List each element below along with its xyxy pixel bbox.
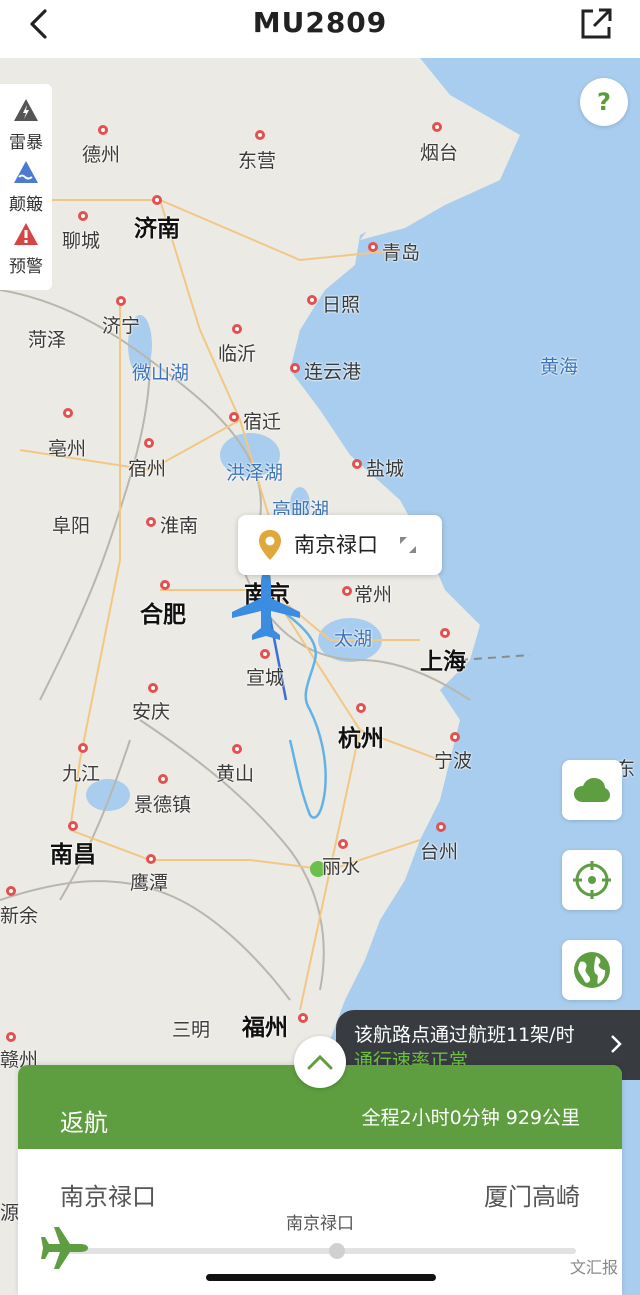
- map-label-lake: 微山湖: [132, 362, 190, 384]
- progress-knob: [329, 1243, 346, 1259]
- map-label-city: 菏泽: [28, 329, 67, 351]
- share-button[interactable]: [576, 4, 616, 44]
- map-label-city: 杭州: [338, 726, 384, 752]
- map-label-city: 德州: [82, 144, 121, 166]
- notice-traffic-text: 该航路点通过航班11架/时: [354, 1024, 575, 1046]
- home-indicator: [206, 1274, 436, 1281]
- flight-summary: 全程2小时0分钟 929公里: [361, 1107, 580, 1129]
- share-external-icon: [581, 8, 612, 39]
- weather-legend-panel: 雷暴 颠簸 预警: [0, 84, 52, 290]
- map-label-city: 台州: [420, 841, 459, 863]
- map-label-city: 临沂: [218, 343, 257, 365]
- chevron-right-icon: [611, 1035, 622, 1053]
- map-label-city: 源: [0, 1202, 20, 1224]
- warning-icon: [14, 223, 38, 245]
- flight-number-title: MU2809: [252, 6, 388, 39]
- map-label-city: 宁波: [434, 750, 473, 772]
- location-pin-icon: [259, 530, 281, 560]
- locate-crosshair-icon: [573, 861, 611, 899]
- map-label-city: 宿州: [128, 458, 167, 480]
- map-label-city: 东营: [238, 150, 277, 172]
- map-label-city: 盐城: [366, 458, 405, 480]
- map-label-city: 济宁: [102, 315, 141, 337]
- legend-warning[interactable]: 预警: [0, 222, 52, 277]
- expand-card-button[interactable]: [294, 1036, 346, 1088]
- thunderstorm-icon: [14, 99, 38, 121]
- flight-info-card[interactable]: 返航 全程2小时0分钟 929公里 南京禄口 厦门高崎 南京禄口: [18, 1065, 622, 1295]
- airport-name: 南京禄口: [294, 533, 378, 557]
- legend-thunderstorm[interactable]: 雷暴: [0, 98, 52, 153]
- legend-label: 预警: [9, 257, 43, 277]
- map-label-city: 聊城: [62, 230, 101, 252]
- origin-airport: 南京禄口: [60, 1183, 156, 1211]
- legend-label: 颠簸: [9, 195, 43, 215]
- map-label-city: 新余: [0, 905, 39, 927]
- map-label-city: 连云港: [304, 361, 362, 383]
- map-label-city: 亳州: [48, 438, 87, 460]
- flight-status: 返航: [60, 1109, 108, 1137]
- globe-view-button[interactable]: [562, 940, 622, 1000]
- map-label-lake: 洪泽湖: [226, 462, 284, 484]
- map-label-city: 合肥: [140, 602, 186, 628]
- legend-label: 雷暴: [9, 133, 43, 153]
- airplane-icon: [41, 1227, 88, 1269]
- map-label-lake: 太湖: [334, 628, 373, 650]
- help-button[interactable]: ?: [580, 78, 628, 126]
- weather-layer-button[interactable]: [562, 760, 622, 820]
- header-bar: MU2809: [0, 0, 640, 58]
- map-label-city: 黄山: [216, 763, 255, 785]
- map-label-city: 鹰潭: [130, 872, 169, 894]
- watermark-text: 文汇报: [569, 1258, 618, 1277]
- legend-turbulence[interactable]: 颠簸: [0, 160, 52, 215]
- map-label-city: 青岛: [382, 242, 421, 264]
- map-label-city: 上海: [420, 649, 466, 675]
- map-label-city: 南昌: [50, 842, 96, 868]
- map-label-city: 三明: [172, 1019, 211, 1041]
- map-label-city: 烟台: [420, 142, 459, 164]
- chevron-up-icon: [307, 1054, 333, 1070]
- expand-icon[interactable]: [398, 535, 418, 555]
- map-label-city: 济南: [134, 216, 180, 242]
- map-label-city: 丽水: [322, 856, 361, 878]
- cloud-icon: [574, 778, 610, 802]
- flight-progress-track: [68, 1243, 576, 1259]
- map-label-city: 九江: [62, 763, 101, 785]
- map-label-city: 阜阳: [52, 515, 91, 537]
- airport-popup[interactable]: 南京禄口: [238, 515, 442, 575]
- map-label-city: 宿迁: [243, 411, 282, 433]
- map-label-city: 福州: [242, 1015, 288, 1041]
- locate-button[interactable]: [562, 850, 622, 910]
- map-label-city: 常州: [354, 584, 393, 606]
- map-label-city: 淮南: [160, 515, 199, 537]
- map-label-sea: 黄海: [540, 356, 579, 378]
- help-icon: ?: [597, 88, 611, 116]
- turbulence-icon: [14, 161, 38, 183]
- progress-location-label: 南京禄口: [286, 1214, 354, 1234]
- globe-icon: [574, 952, 610, 988]
- map-label-city: 安庆: [132, 701, 171, 723]
- map-label-city: 宣城: [246, 667, 285, 689]
- destination-airport: 厦门高崎: [484, 1183, 580, 1211]
- aircraft-icon[interactable]: [228, 570, 304, 644]
- map-label-city: 日照: [322, 294, 361, 316]
- map-label-city: 景德镇: [134, 794, 192, 816]
